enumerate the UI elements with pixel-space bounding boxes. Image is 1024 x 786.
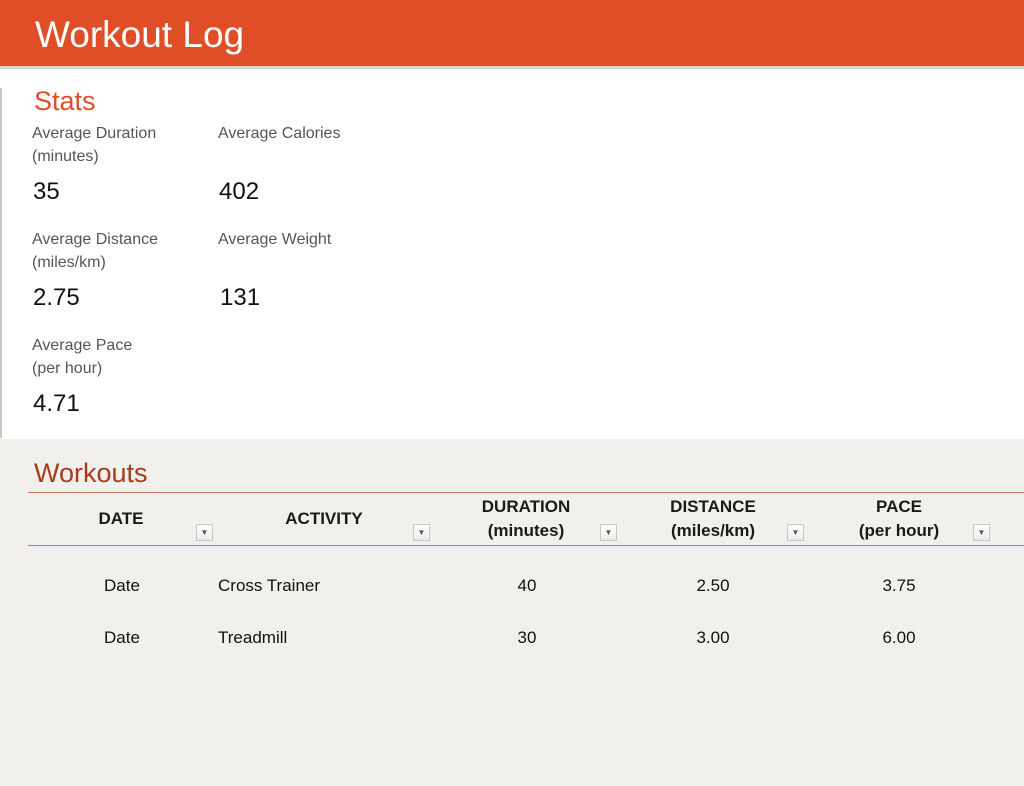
pace-filter-dropdown[interactable]: ▼	[973, 524, 990, 541]
row2-pace-cell[interactable]: 6.00	[849, 627, 949, 649]
column-header-activity[interactable]: ACTIVITY	[234, 494, 414, 544]
row1-pace-cell[interactable]: 3.75	[849, 575, 949, 597]
avg-weight-value[interactable]: 131	[220, 283, 260, 313]
duration-filter-dropdown[interactable]: ▼	[600, 524, 617, 541]
row1-activity-cell[interactable]: Cross Trainer	[218, 575, 320, 597]
column-header-pace[interactable]: PACE (per hour)	[824, 494, 974, 544]
chevron-down-icon: ▼	[977, 527, 986, 537]
avg-weight-label[interactable]: Average Weight	[218, 228, 393, 251]
chevron-down-icon: ▼	[417, 527, 426, 537]
chevron-down-icon: ▼	[791, 527, 800, 537]
table-top-rule	[28, 492, 1024, 493]
distance-filter-dropdown[interactable]: ▼	[787, 524, 804, 541]
row2-duration-cell[interactable]: 30	[477, 627, 577, 649]
stats-panel: Stats Average Duration (minutes) 35 Aver…	[0, 69, 1024, 439]
chevron-down-icon: ▼	[200, 527, 209, 537]
activity-filter-dropdown[interactable]: ▼	[413, 524, 430, 541]
column-header-date[interactable]: DATE	[56, 494, 186, 544]
row2-activity-cell[interactable]: Treadmill	[218, 627, 287, 649]
workout-log-sheet: Workout Log Stats Average Duration (minu…	[0, 0, 1024, 786]
row1-distance-cell[interactable]: 2.50	[663, 575, 763, 597]
avg-duration-label[interactable]: Average Duration (minutes)	[32, 122, 207, 168]
column-header-distance[interactable]: DISTANCE (miles/km)	[638, 494, 788, 544]
row2-distance-cell[interactable]: 3.00	[663, 627, 763, 649]
stats-divider	[0, 88, 2, 438]
avg-duration-value[interactable]: 35	[33, 177, 60, 207]
title-bar: Workout Log	[0, 0, 1024, 69]
workouts-heading[interactable]: Workouts	[34, 456, 148, 490]
stats-heading[interactable]: Stats	[34, 84, 96, 118]
avg-pace-value[interactable]: 4.71	[33, 389, 80, 419]
avg-distance-value[interactable]: 2.75	[33, 283, 80, 313]
date-filter-dropdown[interactable]: ▼	[196, 524, 213, 541]
row2-date-cell[interactable]: Date	[72, 627, 172, 649]
avg-calories-label[interactable]: Average Calories	[218, 122, 393, 145]
row1-duration-cell[interactable]: 40	[477, 575, 577, 597]
table-header-rule	[28, 545, 1024, 546]
avg-calories-value[interactable]: 402	[219, 177, 259, 207]
column-header-duration[interactable]: DURATION (minutes)	[451, 494, 601, 544]
row1-date-cell[interactable]: Date	[72, 575, 172, 597]
avg-pace-label[interactable]: Average Pace (per hour)	[32, 334, 207, 380]
avg-distance-label[interactable]: Average Distance (miles/km)	[32, 228, 207, 274]
chevron-down-icon: ▼	[604, 527, 613, 537]
page-title[interactable]: Workout Log	[35, 12, 244, 58]
